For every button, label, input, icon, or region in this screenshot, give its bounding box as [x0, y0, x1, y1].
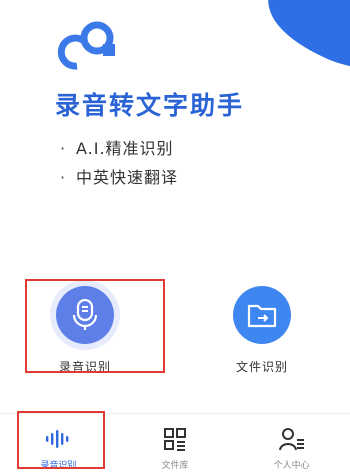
corner-decoration [268, 0, 350, 67]
highlight-box [17, 411, 105, 469]
file-circle [233, 286, 291, 344]
feature-item: · A.I.精准识别 [60, 139, 174, 158]
file-recognition-label: 文件识别 [235, 360, 288, 374]
tab-profile[interactable]: 个人中心 [233, 414, 350, 475]
tab-profile-label: 个人中心 [273, 461, 310, 471]
tab-file-library-label: 文件库 [161, 461, 189, 471]
tab-file-library[interactable]: 文件库 [117, 414, 234, 475]
folder-icon [247, 304, 277, 328]
file-recognition-button[interactable]: 文件识别 [212, 286, 312, 375]
user-icon [278, 428, 304, 451]
feature-list: · A.I.精准识别 · 中英快速翻译 [60, 134, 178, 192]
app-logo [57, 21, 115, 70]
app-title: 录音转文字助手 [55, 91, 245, 120]
highlight-box [25, 279, 165, 373]
feature-item: · 中英快速翻译 [60, 168, 179, 187]
grid-icon [164, 428, 186, 451]
